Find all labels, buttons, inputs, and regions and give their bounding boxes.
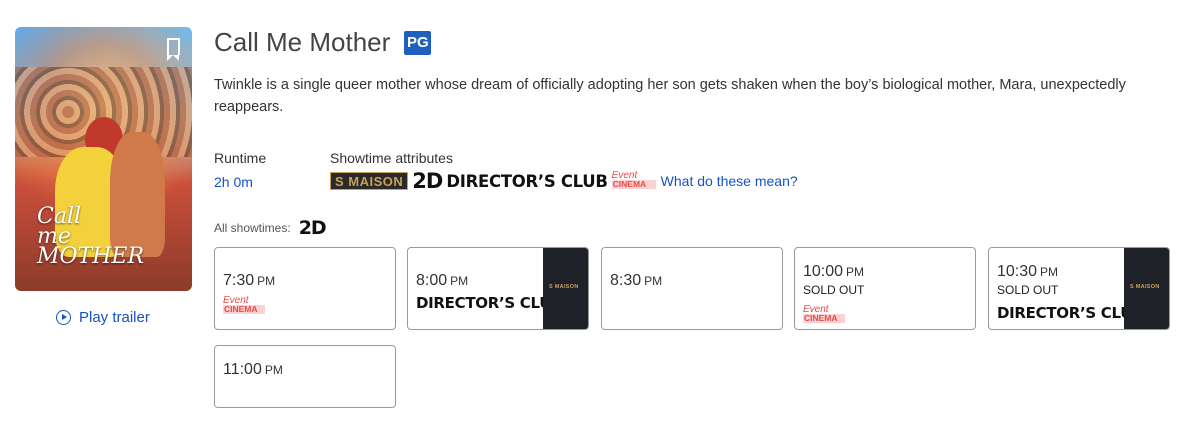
showtime-time: 11:00 PM	[223, 361, 283, 378]
directors-club-logo: DIRECTOR’S CLUB	[997, 304, 1144, 322]
showtime-time: 8:00 PM	[416, 272, 469, 289]
showtime-button[interactable]: 8:00 PM DIRECTOR’S CLUB S MAISON	[407, 247, 589, 330]
showtime-attributes-row: S MAISON 2D DIRECTOR’S CLUB Event CINEMA …	[330, 169, 798, 193]
event-cinema-logo: Event CINEMA	[223, 296, 265, 316]
directors-club-logo: DIRECTOR’S CLUB	[416, 294, 563, 312]
showtime-button[interactable]: 10:30 PM SOLD OUT DIRECTOR’S CLUB S MAISO…	[988, 247, 1170, 330]
all-showtimes-header: All showtimes: 2D	[214, 217, 327, 239]
smaison-side-logo: S MAISON	[1124, 248, 1169, 329]
event-cinema-logo: Event CINEMA	[611, 171, 656, 191]
sold-out-label: SOLD OUT	[997, 283, 1059, 297]
play-trailer-label: Play trailer	[79, 309, 150, 326]
poster-title: Call me MOTHER	[37, 204, 145, 269]
smaison-side-logo: S MAISON	[543, 248, 588, 329]
event-cinema-logo: Event CINEMA	[803, 305, 845, 325]
showtime-time: 10:00 PM	[803, 263, 865, 280]
sold-out-label: SOLD OUT	[803, 283, 865, 297]
title-row: Call Me Mother PG	[214, 27, 432, 58]
2d-logo: 2D	[298, 217, 327, 239]
showtime-button[interactable]: 11:00 PM	[214, 345, 396, 408]
all-showtimes-label: All showtimes:	[214, 221, 291, 235]
movie-title: Call Me Mother	[214, 27, 391, 57]
runtime-label: Runtime	[214, 150, 267, 166]
directors-club-logo: DIRECTOR’S CLUB	[446, 171, 608, 191]
smaison-logo: S MAISON	[330, 172, 409, 190]
showtime-time: 7:30 PM	[223, 272, 276, 289]
poster-figure	[110, 132, 165, 257]
showtime-button[interactable]: 8:30 PM	[601, 247, 783, 330]
movie-poster[interactable]: Call me MOTHER	[15, 27, 192, 291]
showtime-time: 10:30 PM	[997, 263, 1059, 280]
runtime-value: 2h 0m	[214, 174, 253, 190]
play-circle-icon	[56, 310, 71, 325]
rating-badge: PG	[404, 30, 432, 55]
bookmark-icon[interactable]	[167, 38, 180, 61]
showtime-attributes-label: Showtime attributes	[330, 150, 453, 166]
what-do-these-mean-link[interactable]: What do these mean?	[661, 173, 798, 189]
showtime-button[interactable]: 10:00 PM SOLD OUT Event CINEMA	[794, 247, 976, 330]
showtime-time: 8:30 PM	[610, 272, 663, 289]
play-trailer-link[interactable]: Play trailer	[56, 309, 150, 326]
showtime-button[interactable]: 7:30 PM Event CINEMA	[214, 247, 396, 330]
2d-logo: 2D	[412, 169, 443, 193]
movie-synopsis: Twinkle is a single queer mother whose d…	[214, 77, 1126, 115]
